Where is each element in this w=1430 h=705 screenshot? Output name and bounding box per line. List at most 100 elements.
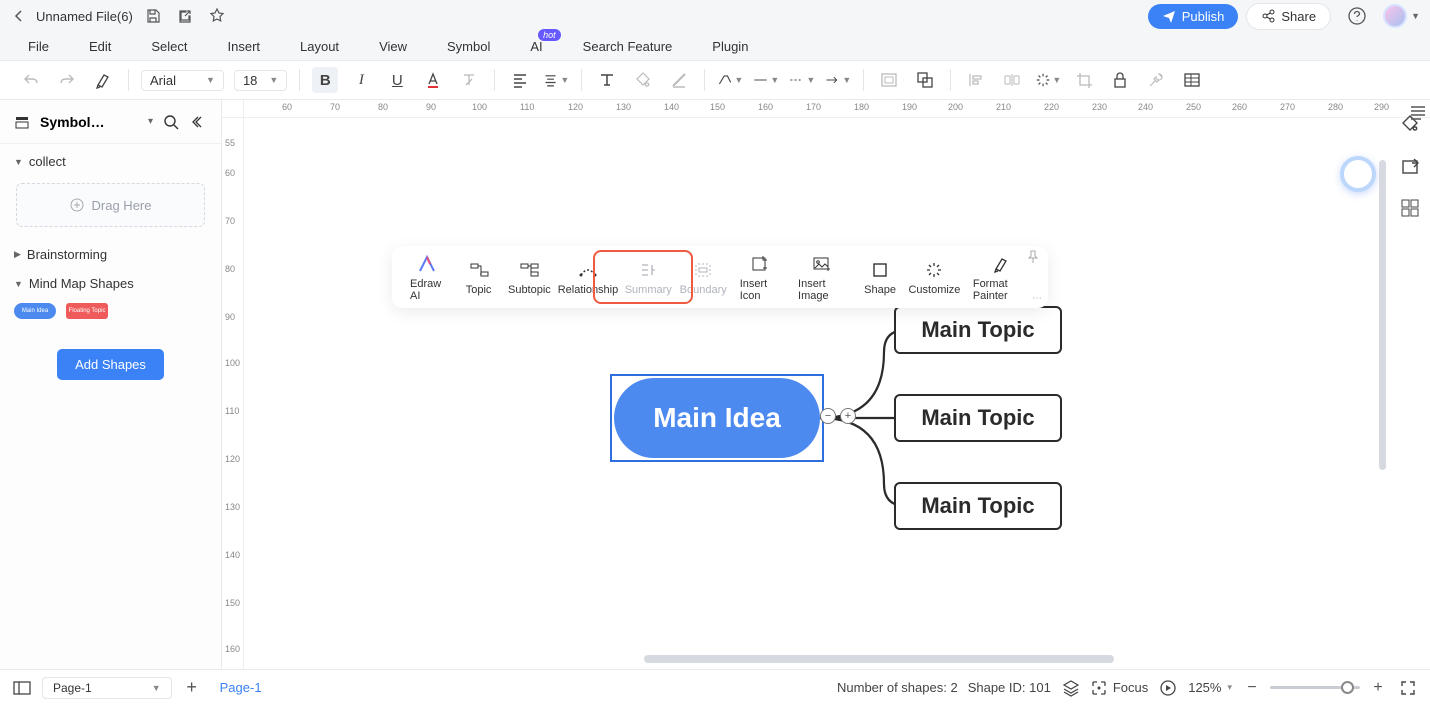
lock-icon[interactable] [1107, 67, 1133, 93]
fullscreen-icon[interactable] [1398, 678, 1418, 698]
fill-icon[interactable] [630, 67, 656, 93]
menu-search-feature[interactable]: Search Feature [583, 39, 673, 54]
crop-icon[interactable] [1071, 67, 1097, 93]
collapse-handle[interactable]: − [820, 408, 836, 424]
table-icon[interactable] [1179, 67, 1205, 93]
italic-icon[interactable]: I [348, 67, 374, 93]
ctx-topic[interactable]: Topic [455, 255, 503, 300]
zoom-slider-thumb[interactable] [1341, 681, 1354, 694]
menu-ai[interactable]: AI hot [530, 39, 542, 54]
page-select-value: Page-1 [53, 681, 92, 695]
star-icon[interactable] [205, 4, 229, 28]
zoom-in-icon[interactable]: + [1368, 678, 1388, 698]
share-button[interactable]: Share [1246, 3, 1331, 30]
help-icon[interactable] [1345, 4, 1369, 28]
distribute-icon[interactable] [999, 67, 1025, 93]
ctx-summary[interactable]: Summary [622, 255, 675, 300]
open-externally-icon[interactable] [173, 4, 197, 28]
ctx-edraw-ai[interactable]: Edraw AI [402, 249, 453, 306]
undo-icon[interactable] [18, 67, 44, 93]
font-family-select[interactable]: Arial ▼ [141, 70, 224, 91]
zoom-out-icon[interactable]: − [1242, 678, 1262, 698]
add-page-icon[interactable]: + [182, 678, 202, 698]
layers-icon[interactable] [1061, 678, 1081, 698]
user-menu[interactable]: ▼ [1383, 4, 1420, 28]
publish-button[interactable]: Publish [1148, 4, 1239, 29]
shape-thumb-main-idea[interactable]: Main Idea [14, 303, 56, 319]
chevron-down-icon[interactable]: ▾ [148, 116, 153, 127]
node-topic[interactable]: Main Topic [894, 306, 1062, 354]
align-vertical-icon[interactable]: ▼ [543, 67, 569, 93]
bold-icon[interactable]: B [312, 67, 338, 93]
section-brainstorming[interactable]: ▶ Brainstorming [0, 237, 221, 266]
focus-button[interactable]: Focus [1091, 680, 1148, 696]
node-topic[interactable]: Main Topic [894, 482, 1062, 530]
line-style-icon[interactable]: ▼ [753, 67, 779, 93]
menu-select[interactable]: Select [151, 39, 187, 54]
ctx-insert-icon[interactable]: Insert Icon [732, 249, 788, 306]
library-icon[interactable] [12, 112, 32, 132]
export-panel-icon[interactable] [1398, 154, 1422, 178]
font-color-icon[interactable] [420, 67, 446, 93]
ctx-subtopic[interactable]: Subtopic [505, 255, 555, 300]
arrow-style-icon[interactable]: ▼ [825, 67, 851, 93]
section-collect[interactable]: ▼ collect [0, 144, 221, 173]
grid-panel-icon[interactable] [1398, 196, 1422, 220]
menu-insert[interactable]: Insert [228, 39, 261, 54]
ctx-relationship[interactable]: Relationship [556, 255, 620, 300]
menu-layout[interactable]: Layout [300, 39, 339, 54]
connector-icon[interactable]: ▼ [717, 67, 743, 93]
horizontal-scrollbar[interactable] [644, 655, 1114, 663]
vertical-scrollbar[interactable] [1379, 160, 1386, 470]
section-collect-label: collect [29, 154, 66, 169]
chevron-down-icon: ▼ [14, 279, 23, 289]
menu-view[interactable]: View [379, 39, 407, 54]
save-icon[interactable] [141, 4, 165, 28]
line-color-icon[interactable] [666, 67, 692, 93]
menu-edit[interactable]: Edit [89, 39, 111, 54]
connector-lines [244, 118, 1430, 669]
ctx-boundary[interactable]: Boundary [677, 255, 730, 300]
collapse-sidebar-icon[interactable] [189, 112, 209, 132]
format-brush-icon[interactable] [90, 67, 116, 93]
text-box-icon[interactable] [594, 67, 620, 93]
node-main-idea[interactable]: Main Idea [614, 378, 820, 458]
align-objects-icon[interactable] [963, 67, 989, 93]
effects-icon[interactable]: ▼ [1035, 67, 1061, 93]
more-icon[interactable]: ⋯ [1032, 293, 1042, 304]
panel-toggle-icon[interactable] [12, 678, 32, 698]
ai-assistant-bubble[interactable] [1340, 156, 1376, 192]
menu-plugin[interactable]: Plugin [712, 39, 748, 54]
section-mindmap-shapes[interactable]: ▼ Mind Map Shapes [0, 266, 221, 295]
underline-icon[interactable]: U [384, 67, 410, 93]
line-dash-icon[interactable]: ▼ [789, 67, 815, 93]
shape-thumb-floating-topic[interactable]: Floating Topic [66, 303, 108, 319]
zoom-select[interactable]: 125% ▾ [1188, 680, 1232, 695]
page-tab[interactable]: Page-1 [212, 680, 270, 695]
tools-icon[interactable] [1143, 67, 1169, 93]
overlap-icon[interactable] [912, 67, 938, 93]
canvas[interactable]: 6070809010011012013014015016017018019020… [222, 100, 1430, 669]
ctx-customize[interactable]: Customize [906, 255, 963, 300]
ctx-insert-image[interactable]: Insert Image [790, 249, 854, 306]
outline-toggle-icon[interactable] [1409, 103, 1427, 121]
image-inside-icon[interactable] [876, 67, 902, 93]
search-icon[interactable] [161, 112, 181, 132]
node-topic[interactable]: Main Topic [894, 394, 1062, 442]
menu-file[interactable]: File [28, 39, 49, 54]
play-icon[interactable] [1158, 678, 1178, 698]
add-shapes-button[interactable]: Add Shapes [57, 349, 164, 380]
menu-symbol[interactable]: Symbol [447, 39, 490, 54]
summary-icon [637, 259, 659, 281]
pin-icon[interactable] [1026, 250, 1042, 266]
drag-here-dropzone[interactable]: Drag Here [16, 183, 205, 227]
add-handle[interactable]: + [840, 408, 856, 424]
ctx-shape[interactable]: Shape [856, 255, 904, 300]
redo-icon[interactable] [54, 67, 80, 93]
back-button[interactable] [10, 7, 28, 25]
zoom-slider[interactable] [1270, 686, 1360, 689]
align-left-icon[interactable] [507, 67, 533, 93]
page-select[interactable]: Page-1 ▼ [42, 677, 172, 699]
clear-format-icon[interactable] [456, 67, 482, 93]
font-size-select[interactable]: 18 ▼ [234, 70, 287, 91]
